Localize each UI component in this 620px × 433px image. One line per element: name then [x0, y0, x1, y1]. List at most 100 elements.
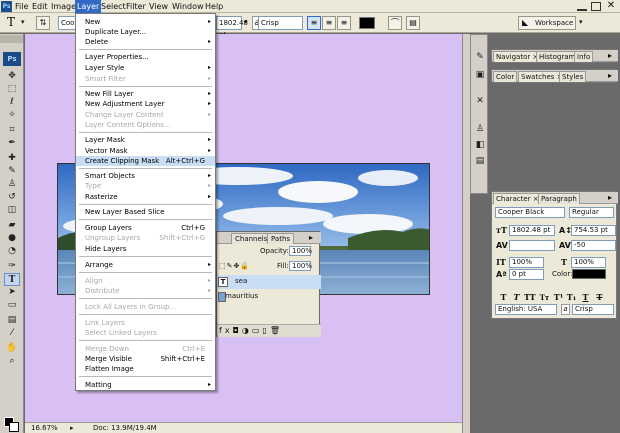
- opacity-field[interactable]: 100%: [289, 246, 312, 256]
- small-caps-button[interactable]: Tт: [539, 292, 550, 303]
- lock-icons[interactable]: ⬚✎✥🔒: [219, 262, 250, 270]
- tool-presets-panel-icon[interactable]: ✕: [474, 95, 486, 107]
- horizontal-scale-field[interactable]: 100%: [571, 257, 606, 268]
- align-right-button[interactable]: ≡: [337, 16, 351, 30]
- tracking-field[interactable]: -50: [571, 240, 616, 251]
- restore-icon[interactable]: [591, 2, 601, 11]
- faux-bold-button[interactable]: T: [498, 292, 509, 303]
- text-color-swatch[interactable]: [572, 269, 606, 279]
- menu-item-layer-mask[interactable]: Layer Mask ▸: [76, 135, 215, 145]
- type-tool-icon[interactable]: T: [4, 273, 20, 286]
- history-brush-tool-icon[interactable]: ↺: [4, 191, 20, 204]
- tab-color[interactable]: Color: [493, 71, 518, 82]
- minimize-icon[interactable]: [577, 2, 587, 11]
- workspace-chevron-icon[interactable]: ▾: [579, 18, 583, 26]
- menu-item-hide-layers[interactable]: Hide Layers: [76, 244, 215, 254]
- close-icon[interactable]: ✕: [605, 0, 617, 12]
- font-size-field[interactable]: 1802.48 pt: [216, 16, 248, 39]
- clone-stamp-tool-icon[interactable]: ♙: [4, 178, 20, 191]
- menu-item-new-layer-based-slice[interactable]: New Layer Based Slice: [76, 207, 215, 217]
- tool-preset-chevron-icon[interactable]: ▾: [21, 18, 25, 26]
- font-style-select[interactable]: Regular: [569, 207, 614, 218]
- baseline-shift-field[interactable]: 0 pt: [509, 269, 544, 280]
- actions-panel-icon[interactable]: ▤: [474, 155, 486, 167]
- menu-image[interactable]: Image: [49, 0, 78, 13]
- tab-channels[interactable]: Channels: [231, 233, 272, 244]
- rectangle-tool-icon[interactable]: ▭: [4, 299, 20, 312]
- menu-item-smart-objects[interactable]: Smart Objects ▸: [76, 171, 215, 181]
- notes-tool-icon[interactable]: ▤: [4, 314, 20, 327]
- align-center-button[interactable]: ≡: [322, 16, 336, 30]
- eraser-tool-icon[interactable]: ◫: [4, 204, 20, 217]
- marquee-tool-icon[interactable]: ⬚: [4, 83, 20, 96]
- clone-source-panel-icon[interactable]: ♙: [474, 123, 486, 135]
- anti-alias-select[interactable]: Crisp: [572, 304, 614, 315]
- tab-paragraph[interactable]: Paragraph: [538, 193, 580, 204]
- tab-paths[interactable]: Paths: [267, 233, 295, 244]
- zoom-tool-icon[interactable]: ⌕: [4, 355, 20, 368]
- menu-window[interactable]: Window: [170, 0, 206, 13]
- healing-brush-tool-icon[interactable]: ✚: [4, 152, 20, 165]
- all-caps-button[interactable]: TT: [524, 292, 536, 303]
- align-left-button[interactable]: ≡: [307, 16, 321, 30]
- toggle-orientation-icon[interactable]: ⇅: [36, 16, 50, 30]
- panel-menu-icon[interactable]: ▸: [608, 71, 612, 80]
- panel-menu-icon[interactable]: ▸: [608, 193, 612, 202]
- menu-item-create-clipping-mask[interactable]: Create Clipping Mask Alt+Ctrl+G: [76, 156, 215, 166]
- lasso-tool-icon[interactable]: ℓ: [4, 96, 20, 109]
- menu-item-rasterize[interactable]: Rasterize ▸: [76, 192, 215, 202]
- warp-text-button[interactable]: ⌒: [388, 16, 402, 30]
- tab-info[interactable]: Info: [574, 51, 594, 62]
- faux-italic-button[interactable]: T: [511, 292, 522, 303]
- strikethrough-button[interactable]: T: [594, 292, 605, 303]
- menu-item-matting[interactable]: Matting ▸: [76, 380, 215, 390]
- menu-item-layer-properties[interactable]: Layer Properties...: [76, 52, 215, 62]
- menu-item-layer-style[interactable]: Layer Style ▸: [76, 63, 215, 73]
- crop-tool-icon[interactable]: ⌗: [4, 124, 20, 137]
- path-selection-tool-icon[interactable]: ➤: [4, 286, 20, 299]
- menu-layer[interactable]: Layer: [75, 0, 102, 13]
- menu-help[interactable]: Help: [203, 0, 225, 13]
- vertical-scale-field[interactable]: 100%: [509, 257, 544, 268]
- toolbox-grip[interactable]: [0, 35, 23, 43]
- eyedropper-tool-icon[interactable]: ✒: [4, 137, 20, 150]
- background-color-swatch[interactable]: [9, 422, 19, 432]
- toggle-panels-button[interactable]: ▤: [406, 16, 420, 30]
- eyedropper-sample-icon[interactable]: ⁄: [4, 327, 20, 340]
- tab-histogram[interactable]: Histogram: [536, 51, 579, 62]
- type-tool-icon[interactable]: T: [7, 15, 15, 29]
- magic-wand-tool-icon[interactable]: ✧: [4, 109, 20, 122]
- menu-file[interactable]: File: [13, 0, 30, 13]
- brush-tool-icon[interactable]: ✎: [4, 165, 20, 178]
- language-select[interactable]: English: USA: [495, 304, 557, 315]
- panel-menu-icon[interactable]: ▸: [608, 51, 612, 60]
- font-size-chevron-icon[interactable]: ▾: [244, 18, 248, 26]
- kerning-field[interactable]: [509, 240, 555, 251]
- text-color-swatch[interactable]: [359, 17, 375, 29]
- font-size-field[interactable]: 1802.48 pt: [509, 225, 555, 236]
- menu-edit[interactable]: Edit: [30, 0, 50, 13]
- tab-styles[interactable]: Styles: [559, 71, 587, 82]
- fill-field[interactable]: 100%: [289, 261, 312, 271]
- panel-menu-icon[interactable]: ▸: [309, 233, 313, 242]
- menu-item-merge-visible[interactable]: Merge Visible Shift+Ctrl+E: [76, 354, 215, 364]
- status-menu-icon[interactable]: ▸: [70, 423, 74, 433]
- menu-item-new[interactable]: New ▸: [76, 17, 215, 27]
- menu-item-delete[interactable]: Delete ▸: [76, 37, 215, 47]
- layer-comps-panel-icon[interactable]: ◧: [474, 139, 486, 151]
- layer-row-sea[interactable]: T sea: [217, 275, 321, 289]
- menu-item-group-layers[interactable]: Group Layers Ctrl+G: [76, 223, 215, 233]
- menu-filter[interactable]: Filter: [124, 0, 148, 13]
- menu-item-flatten-image[interactable]: Flatten Image: [76, 364, 215, 374]
- menu-item-arrange[interactable]: Arrange ▸: [76, 260, 215, 270]
- font-family-select[interactable]: Coo: [58, 16, 76, 30]
- tab-character[interactable]: Character ×: [493, 193, 542, 204]
- zoom-level[interactable]: 16.67%: [31, 423, 58, 433]
- menu-view[interactable]: View: [147, 0, 170, 13]
- subscript-button[interactable]: T₁: [566, 292, 577, 303]
- tab-navigator[interactable]: Navigator ×: [493, 51, 542, 62]
- history-panel-icon[interactable]: ▣: [474, 69, 486, 81]
- anti-alias-select[interactable]: Crisp: [258, 16, 303, 30]
- gradient-tool-icon[interactable]: ▰: [4, 219, 20, 232]
- layer-row-mauritius[interactable]: mauritius: [217, 290, 321, 304]
